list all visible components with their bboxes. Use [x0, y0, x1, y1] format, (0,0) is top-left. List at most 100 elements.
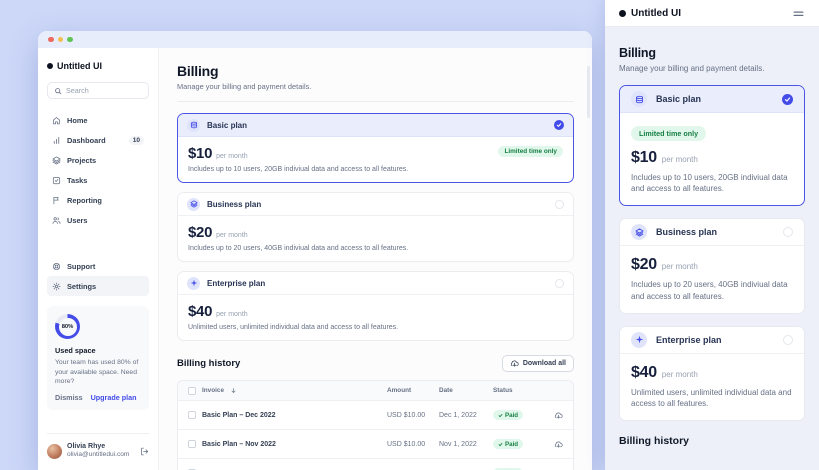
users-icon [52, 216, 61, 225]
plan-description: Includes up to 20 users, 40GB indiviual … [188, 245, 563, 252]
radio-unselected-icon[interactable] [783, 335, 793, 345]
invoice-name: Basic Plan – Nov 2022 [202, 441, 276, 448]
plan-name: Business plan [207, 200, 261, 209]
download-all-button[interactable]: Download all [502, 355, 574, 372]
sidebar-item-reporting[interactable]: Reporting [47, 190, 149, 210]
sidebar-item-users[interactable]: Users [47, 210, 149, 230]
desktop-window: Untitled UI Home Dashboard 10 [38, 31, 592, 470]
plan-period: per month [662, 370, 698, 379]
upgrade-plan-link[interactable]: Upgrade plan [91, 393, 137, 402]
home-icon [52, 116, 61, 125]
sidebar-item-dashboard[interactable]: Dashboard 10 [47, 130, 149, 150]
hamburger-menu-icon[interactable] [792, 7, 805, 20]
flag-icon [52, 196, 61, 205]
sidebar-item-label: Users [67, 216, 88, 225]
plan-card-business[interactable]: Business plan $20 per month Includes up … [177, 192, 574, 262]
usage-progress-ring: 80% [55, 314, 80, 339]
plan-description: Includes up to 10 users, 20GB indiviual … [188, 166, 563, 173]
plan-card-basic[interactable]: Basic plan Limited time only $10 per mon… [177, 113, 574, 183]
plan-period: per month [216, 153, 248, 160]
plan-price: $10 [631, 149, 657, 167]
app-logo: Untitled UI [619, 8, 681, 19]
sort-arrow-down-icon[interactable] [230, 387, 237, 394]
sidebar-item-label: Tasks [67, 176, 87, 185]
layers-icon [52, 156, 61, 165]
download-all-label: Download all [523, 360, 566, 367]
sidebar: Untitled UI Home Dashboard 10 [38, 48, 159, 470]
plan-card-enterprise[interactable]: Enterprise plan $40 per month Unlimited … [619, 326, 805, 421]
column-status: Status [493, 387, 541, 394]
sidebar-nav: Home Dashboard 10 Projects Tasks R [47, 110, 149, 230]
page-subtitle: Manage your billing and payment details. [619, 64, 805, 73]
used-space-card: 80% Used space Your team has used 80% of… [47, 306, 149, 410]
page-subtitle: Manage your billing and payment details. [177, 82, 574, 91]
app-logo-label: Untitled UI [631, 8, 681, 19]
row-download-icon[interactable] [541, 411, 563, 420]
check-square-icon [52, 176, 61, 185]
sparkle-icon [631, 332, 647, 348]
plan-period: per month [662, 155, 698, 164]
row-checkbox[interactable] [188, 440, 196, 448]
invoice-amount: USD $10.00 [387, 441, 439, 448]
check-icon [498, 413, 503, 418]
sidebar-item-label: Projects [67, 156, 96, 165]
search-icon [54, 87, 62, 95]
database-icon [187, 119, 200, 132]
sidebar-item-tasks[interactable]: Tasks [47, 170, 149, 190]
sidebar-item-support[interactable]: Support [47, 256, 149, 276]
table-row: Basic Plan – Nov 2022 USD $10.00 Nov 1, … [178, 429, 573, 458]
plan-card-business[interactable]: Business plan $20 per month Includes up … [619, 218, 805, 313]
row-checkbox[interactable] [188, 411, 196, 419]
dismiss-link[interactable]: Dismiss [55, 393, 83, 402]
plan-description: Unlimited users, unlimited individual da… [188, 324, 563, 331]
plan-period: per month [662, 262, 698, 271]
radio-unselected-icon[interactable] [555, 279, 564, 288]
maximize-window-button[interactable] [67, 37, 73, 43]
sidebar-item-projects[interactable]: Projects [47, 150, 149, 170]
sidebar-item-settings[interactable]: Settings [47, 276, 149, 296]
row-download-icon[interactable] [541, 440, 563, 449]
close-window-button[interactable] [48, 37, 54, 43]
bar-chart-icon [52, 136, 61, 145]
search-input[interactable] [66, 86, 136, 95]
selected-check-icon[interactable] [782, 94, 793, 105]
plan-price: $40 [631, 364, 657, 382]
minimize-window-button[interactable] [58, 37, 64, 43]
main-content: Billing Manage your billing and payment … [159, 48, 592, 470]
usage-description: Your team has used 80% of your available… [55, 358, 141, 387]
scrollbar[interactable] [587, 66, 590, 118]
avatar [47, 444, 62, 459]
user-profile: Olivia Rhye olivia@untitledui.com [47, 433, 149, 460]
limited-time-badge: Limited time only [631, 126, 706, 141]
selected-check-icon[interactable] [554, 120, 564, 130]
profile-email: olivia@untitledui.com [67, 451, 129, 460]
plan-name: Business plan [656, 227, 717, 237]
column-amount: Amount [387, 387, 439, 394]
life-buoy-icon [52, 262, 61, 271]
plan-price: $40 [188, 303, 212, 320]
plan-description: Includes up to 20 users, 40GB indiviual … [631, 279, 793, 301]
plan-card-basic[interactable]: Basic plan Limited time only $10 per mon… [619, 85, 805, 206]
plan-card-enterprise[interactable]: Enterprise plan $40 per month Unlimited … [177, 271, 574, 341]
usage-title: Used space [55, 346, 141, 355]
plan-period: per month [216, 311, 248, 318]
plan-price: $10 [188, 145, 212, 162]
billing-history-title: Billing history [619, 435, 805, 447]
radio-unselected-icon[interactable] [783, 227, 793, 237]
limited-time-badge: Limited time only [498, 146, 563, 157]
dashboard-count-badge: 10 [129, 136, 144, 145]
radio-unselected-icon[interactable] [555, 200, 564, 209]
logout-icon[interactable] [140, 447, 149, 456]
plan-name: Basic plan [656, 94, 701, 104]
sidebar-item-label: Settings [67, 282, 96, 291]
table-header-row: Invoice Amount Date Status [178, 381, 573, 400]
table-row: Basic Plan – Oct 2022 USD $10.00 Oct 1, … [178, 458, 573, 470]
plan-price: $20 [188, 224, 212, 241]
search-box[interactable] [47, 82, 149, 99]
plan-name: Enterprise plan [656, 335, 722, 345]
invoice-name: Basic Plan – Dec 2022 [202, 412, 276, 419]
select-all-checkbox[interactable] [188, 387, 196, 395]
sidebar-item-label: Home [67, 116, 88, 125]
billing-history-title: Billing history [177, 358, 240, 369]
sidebar-item-home[interactable]: Home [47, 110, 149, 130]
